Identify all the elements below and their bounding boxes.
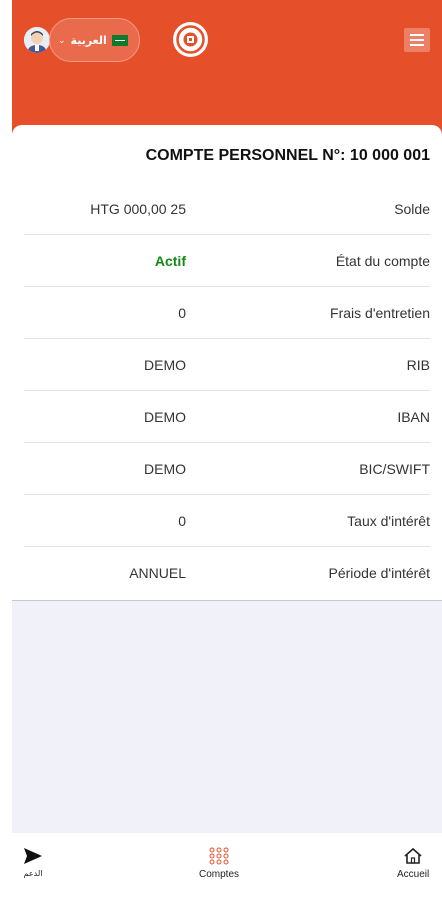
bic-swift-value: DEMO	[144, 460, 186, 477]
status-badge: Actif	[154, 252, 186, 269]
interest-rate-value: 0	[178, 512, 186, 529]
maintenance-fee-value: 0	[178, 304, 186, 321]
home-icon	[404, 847, 422, 864]
chevron-down-icon: ⌄	[58, 34, 66, 45]
account-row-interest-period: ANNUEL Période d'intérêt	[24, 547, 430, 599]
language-selector[interactable]: ⌄ العربية	[49, 18, 140, 62]
account-row-status: Actif État du compte	[24, 235, 430, 287]
interest-period-value: ANNUEL	[129, 565, 186, 581]
interest-rate-label: Taux d'intérêt	[347, 512, 430, 529]
nav-home[interactable]: Accueil	[397, 847, 429, 880]
iban-label: IBAN	[397, 408, 430, 425]
nav-accounts-label: Comptes	[199, 869, 240, 880]
account-row-maintenance-fee: 0 Frais d'entretien	[24, 287, 430, 339]
hamburger-icon-bar	[410, 34, 424, 36]
account-row-bic-swift: DEMO BIC/SWIFT	[24, 443, 430, 495]
logo-icon	[176, 25, 205, 54]
account-row-interest-rate: 0 Taux d'intérêt	[24, 495, 430, 547]
left-edge-strip	[0, 0, 12, 900]
account-title: COMPTE PERSONNEL N°: 10 000 001	[145, 147, 430, 164]
maintenance-fee-label: Frais d'entretien	[330, 304, 430, 321]
account-details-list: HTG 000,00 25 Solde Actif État du compte…	[24, 183, 430, 599]
account-row-balance: HTG 000,00 25 Solde	[24, 183, 430, 235]
nav-accounts[interactable]: Comptes	[199, 847, 239, 880]
grid-dots-icon	[209, 847, 229, 865]
nav-support[interactable]: الدعم	[23, 847, 43, 878]
user-icon	[24, 27, 50, 53]
menu-button[interactable]	[404, 28, 430, 52]
balance-label: Solde	[394, 200, 430, 217]
send-icon	[24, 848, 42, 864]
saudi-arabia-flag-icon	[111, 34, 128, 46]
interest-period-label: Période d'intérêt	[328, 565, 430, 581]
rib-label: RIB	[406, 356, 430, 373]
language-label: العربية	[70, 33, 107, 47]
bottom-navigation: الدعم Comptes Accueil	[12, 833, 442, 900]
account-row-rib: DEMO RIB	[24, 339, 430, 391]
bic-swift-label: BIC/SWIFT	[359, 460, 430, 477]
app-header: ⌄ العربية	[12, 0, 442, 140]
bank-logo[interactable]	[173, 22, 208, 57]
status-label: État du compte	[335, 252, 430, 269]
hamburger-icon-bar	[410, 39, 424, 41]
account-card: COMPTE PERSONNEL N°: 10 000 001 HTG 000,…	[12, 125, 442, 601]
account-row-iban: DEMO IBAN	[24, 391, 430, 443]
balance-value: HTG 000,00 25	[90, 200, 186, 217]
nav-support-label: الدعم	[23, 869, 43, 878]
hamburger-icon-bar	[410, 44, 424, 46]
nav-home-label: Accueil	[397, 869, 430, 880]
iban-value: DEMO	[144, 408, 186, 425]
rib-value: DEMO	[144, 356, 186, 373]
user-avatar[interactable]	[24, 27, 50, 53]
